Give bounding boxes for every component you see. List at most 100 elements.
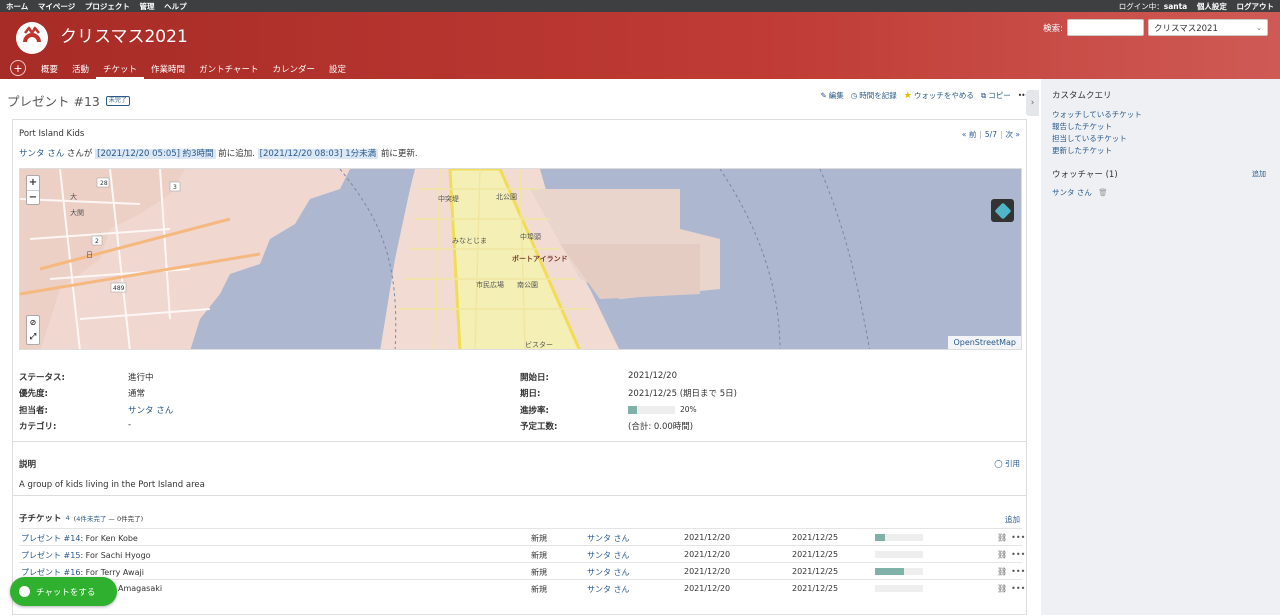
subtasks-open-link[interactable]: 4件未完了 — [76, 515, 106, 523]
top-menu-right: ログイン中：santa 個人設定 ログアウト — [1112, 1, 1274, 12]
query-assigned-link[interactable]: 担当しているチケット — [1052, 133, 1127, 144]
assignee-link[interactable]: サンタ さん — [128, 404, 173, 416]
priority-value: 通常 — [128, 389, 146, 399]
updated-suffix: 前に更新. — [380, 149, 418, 159]
created-link[interactable]: [2021/12/20 05:05] 約3時間 — [95, 149, 216, 159]
header: クリスマス2021 検索: クリスマス2021 ⌄ + 概要 活動 チケット 作… — [0, 12, 1280, 79]
tab-settings[interactable]: 設定 — [322, 63, 353, 79]
subtask-assignee[interactable]: サンタ さん — [587, 584, 630, 595]
layer-switcher-icon[interactable] — [991, 199, 1014, 222]
top-menu-left: ホーム マイページ プロジェクト 管理 ヘルプ — [6, 1, 194, 12]
search-label: 検索: — [1043, 23, 1063, 34]
subtask-assignee[interactable]: サンタ さん — [587, 533, 630, 544]
due-date-label: 期日: — [520, 387, 540, 399]
issue-position[interactable]: 5/7 — [985, 130, 997, 139]
subtask-progress-bar — [875, 534, 923, 541]
chat-button[interactable]: チャットをする — [10, 577, 117, 606]
pencil-icon: ✎ — [820, 91, 827, 100]
locate-icon[interactable]: ⊘ — [27, 316, 39, 330]
subtask-subject-text: : For Ken Kobe — [80, 534, 138, 543]
unlink-icon[interactable]: ⛓ — [997, 567, 1007, 576]
tab-gantt[interactable]: ガントチャート — [192, 63, 265, 79]
query-watched-link[interactable]: ウォッチしているチケット — [1052, 109, 1142, 120]
prev-issue-link[interactable]: « 前 — [962, 130, 976, 139]
zoom-in-button[interactable]: + — [27, 176, 39, 190]
done-ratio-label-text: 進捗率: — [520, 406, 549, 416]
subtask-assignee[interactable]: サンタ さん — [587, 550, 630, 561]
top-menu-projects[interactable]: プロジェクト — [85, 2, 130, 11]
map-attribution[interactable]: OpenStreetMap — [948, 336, 1021, 349]
tab-activity[interactable]: 活動 — [65, 63, 96, 79]
logout-link[interactable]: ログアウト — [1237, 2, 1275, 11]
fullscreen-icon[interactable]: ⤢ — [27, 330, 39, 344]
copy-button[interactable]: ⧉ コピー — [981, 90, 1011, 101]
tab-time-entries[interactable]: 作業時間 — [144, 63, 192, 79]
subtask-start: 2021/12/20 — [684, 584, 731, 593]
priority-label: 優先度: — [19, 387, 48, 399]
updated-link[interactable]: [2021/12/20 08:03] 1分未満 — [257, 149, 379, 159]
add-watcher-link[interactable]: 追加 — [1252, 169, 1266, 179]
main-menu: + 概要 活動 チケット 作業時間 ガントチャート カレンダー 設定 — [10, 58, 353, 79]
unlink-icon[interactable]: ⛓ — [997, 550, 1007, 559]
due-date-label-text: 期日: — [520, 389, 541, 399]
redmine-logo-icon[interactable] — [16, 22, 48, 54]
top-menu-home[interactable]: ホーム — [6, 2, 28, 11]
issue-details: Port Island Kids « 前 | 5/7 | 次 » サンタ さん さんが … — [12, 119, 1027, 615]
top-menu-mypage[interactable]: マイページ — [38, 2, 75, 11]
subtask-start: 2021/12/20 — [684, 533, 731, 542]
map-zoom-control: + − — [26, 175, 40, 205]
top-menu-help[interactable]: ヘルプ — [164, 2, 187, 11]
subtask-row: Amagasaki 新規 サンタ さん 2021/12/20 2021/12/2… — [19, 579, 1025, 596]
my-account-link[interactable]: 個人設定 — [1197, 2, 1227, 11]
tab-calendar[interactable]: カレンダー — [265, 63, 322, 79]
log-time-button[interactable]: ◷ 時間を記録 — [851, 90, 897, 101]
prev-next-nav: « 前 | 5/7 | 次 » — [962, 129, 1020, 140]
subtasks-title: 子チケット 4 (4件未完了 — 0件完了) — [19, 512, 143, 524]
watcher-name[interactable]: サンタ さん — [1052, 188, 1092, 197]
subtask-row: プレゼント #15: For Sachi Hyogo 新規 サンタ さん 202… — [19, 545, 1025, 562]
more-icon[interactable]: ••• — [1011, 584, 1025, 593]
author-link[interactable]: サンタ さん — [19, 149, 64, 159]
subtask-link[interactable]: プレゼント #16 — [21, 568, 80, 577]
top-menu-admin[interactable]: 管理 — [140, 2, 155, 11]
add-subtask-link[interactable]: 追加 — [1005, 514, 1020, 525]
issue-map[interactable]: 中突堤 みなとじま 中埠頭 ポートアイランド 市民広場 南公園 北公園 ビスター… — [19, 168, 1022, 350]
query-updated-link[interactable]: 更新したチケット — [1052, 145, 1112, 156]
map-label: 中突堤 — [438, 194, 459, 203]
quote-button[interactable]: ◯ 引用 — [994, 458, 1020, 469]
subtask-progress-bar — [875, 551, 923, 558]
unlink-icon[interactable]: ⛓ — [997, 584, 1007, 593]
subtask-actions: ⛓ ••• — [997, 550, 1025, 559]
star-icon: ★ — [903, 90, 912, 101]
tab-overview[interactable]: 概要 — [34, 63, 65, 79]
next-issue-link[interactable]: 次 » — [1006, 130, 1020, 139]
issue-title: プレゼント #13 — [7, 94, 100, 109]
subtask-actions: ⛓ ••• — [997, 584, 1025, 593]
subtask-assignee[interactable]: サンタ さん — [587, 567, 630, 578]
status-value: 進行中 — [128, 373, 154, 383]
subtask-subject: プレゼント #14: For Ken Kobe — [21, 533, 138, 544]
unlink-icon[interactable]: ⛓ — [997, 533, 1007, 542]
zoom-out-button[interactable]: − — [27, 190, 39, 204]
project-title: クリスマス2021 — [60, 27, 188, 47]
sidebar-toggle-icon[interactable]: › — [1026, 90, 1039, 116]
unwatch-button[interactable]: ★ ウォッチをやめる — [904, 90, 974, 101]
tab-issues[interactable]: チケット — [96, 63, 145, 79]
subtask-link[interactable]: プレゼント #14 — [21, 534, 80, 543]
query-reported-link[interactable]: 報告したチケット — [1052, 121, 1112, 132]
subtask-due: 2021/12/25 — [792, 533, 839, 542]
logged-user[interactable]: santa — [1164, 2, 1188, 11]
category-label-text: カテゴリ: — [19, 422, 57, 432]
more-icon[interactable]: ••• — [1011, 533, 1025, 542]
project-jump-select[interactable]: クリスマス2021 ⌄ — [1148, 19, 1268, 36]
more-icon[interactable]: ••• — [1011, 550, 1025, 559]
map-canvas[interactable]: 中突堤 みなとじま 中埠頭 ポートアイランド 市民広場 南公園 北公園 ビスター… — [20, 169, 1022, 350]
map-extra-controls: ⊘ ⤢ — [26, 315, 40, 345]
edit-button[interactable]: ✎ 編集 — [820, 90, 843, 101]
subtask-progress-fill — [875, 568, 904, 575]
subtask-link[interactable]: プレゼント #15 — [21, 551, 80, 560]
search-input[interactable] — [1067, 19, 1144, 36]
trash-icon[interactable]: 🗑 — [1098, 188, 1108, 197]
more-icon[interactable]: ••• — [1011, 567, 1025, 576]
new-object-button[interactable]: + — [10, 60, 26, 76]
